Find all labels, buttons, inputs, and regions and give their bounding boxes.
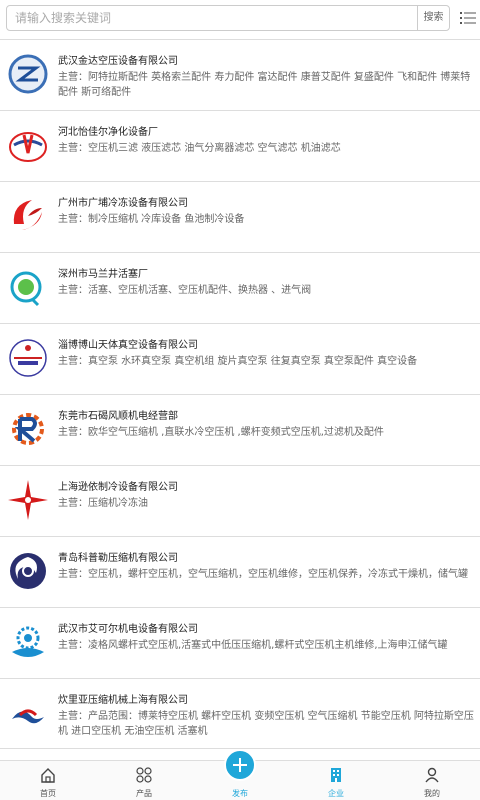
building-icon — [331, 768, 341, 782]
publish-button[interactable] — [224, 749, 256, 781]
company-business: 主营：制冷压缩机 冷库设备 鱼池制冷设备 — [58, 214, 245, 225]
search-bar: 搜索 — [0, 0, 480, 36]
list-item[interactable]: 青岛科普勒压缩机有限公司 主营：空压机，螺杆空压机，空气压缩机，空压机维修，空压… — [0, 536, 480, 607]
company-name: 淄博博山天体真空设备有限公司 — [58, 340, 198, 351]
company-logo-icon — [8, 480, 48, 520]
tab-mine[interactable]: 我的 — [384, 761, 480, 800]
plus-icon — [233, 758, 247, 772]
company-name: 炊里亚压缩机械上海有限公司 — [58, 695, 188, 706]
company-name: 河北怡佳尔净化设备厂 — [58, 127, 158, 138]
company-name: 武汉金达空压设备有限公司 — [58, 56, 178, 67]
tab-publish-label: 发布 — [232, 789, 248, 798]
home-icon — [41, 768, 55, 783]
company-logo-icon — [10, 553, 46, 589]
user-icon — [425, 767, 439, 783]
list-item[interactable]: 深州市马兰井活塞厂 主营：活塞、空压机活塞、空压机配件、换热器 、进气阀 — [0, 252, 480, 323]
list-item[interactable]: 东莞市石碣风顺机电经营部 主营：欧华空气压缩机 ,直联水冷空压机 ,螺杆变频式空… — [0, 394, 480, 465]
tab-publish[interactable]: 发布 — [192, 749, 288, 800]
tab-home[interactable]: 首页 — [0, 761, 96, 800]
company-name: 青岛科普勒压缩机有限公司 — [58, 553, 178, 564]
company-logo-icon — [10, 271, 42, 307]
list-item[interactable]: 炊里亚压缩机械上海有限公司 主营：产品范围：博莱特空压机 螺杆空压机 变频空压机… — [0, 678, 480, 749]
company-list: 武汉金达空压设备有限公司 主营：阿特拉斯配件 英格索兰配件 寿力配件 富达配件 … — [0, 39, 480, 749]
company-logo-icon — [13, 200, 42, 230]
list-item[interactable]: 武汉金达空压设备有限公司 主营：阿特拉斯配件 英格索兰配件 寿力配件 富达配件 … — [0, 39, 480, 110]
company-business: 主营：凌格风螺杆式空压机,活塞式中低压压缩机,螺杆式空压机主机维修,上海申江储气… — [58, 640, 448, 651]
tab-enterprise-label: 企业 — [328, 789, 344, 798]
company-logo-icon — [8, 54, 48, 94]
company-logo-icon — [12, 626, 44, 657]
bottom-tab-bar: 首页 产品 发布 企业 我的 — [0, 749, 480, 800]
tab-home-label: 首页 — [40, 789, 56, 798]
company-logo-icon — [9, 132, 47, 162]
company-business: 主营：欧华空气压缩机 ,直联水冷空压机 ,螺杆变频式空压机,过滤机及配件 — [58, 427, 384, 438]
company-business: 主营：空压机三滤 液压滤芯 油气分离器滤芯 空气滤芯 机油滤芯 — [58, 143, 341, 154]
company-name: 东莞市石碣风顺机电经营部 — [58, 411, 178, 422]
search-input[interactable] — [15, 6, 415, 30]
company-business: 主营：空压机，螺杆空压机，空气压缩机，空压机维修，空压机保养，冷冻式干燥机，储气… — [58, 569, 468, 580]
company-name: 武汉市艾可尔机电设备有限公司 — [58, 624, 198, 635]
company-logo-icon — [12, 413, 44, 445]
tab-products[interactable]: 产品 — [96, 761, 192, 800]
list-item[interactable]: 广州市广埔冷冻设备有限公司 主营：制冷压缩机 冷库设备 鱼池制冷设备 — [0, 181, 480, 252]
list-item[interactable]: 淄博博山天体真空设备有限公司 主营：真空泵 水环真空泵 真空机组 旋片真空泵 往… — [0, 323, 480, 394]
company-business: 主营：阿特拉斯配件 英格索兰配件 寿力配件 富达配件 康普艾配件 复盛配件 飞和… — [58, 72, 471, 98]
company-name: 深州市马兰井活塞厂 — [58, 269, 148, 280]
search-box: 搜索 — [6, 5, 450, 31]
list-item[interactable]: 河北怡佳尔净化设备厂 主营：空压机三滤 液压滤芯 油气分离器滤芯 空气滤芯 机油… — [0, 110, 480, 181]
grid-icon — [136, 767, 152, 783]
list-item[interactable]: 上海逊依制冷设备有限公司 主营：压缩机冷冻油 — [0, 465, 480, 536]
company-business: 主营：压缩机冷冻油 — [58, 498, 148, 509]
company-name: 广州市广埔冷冻设备有限公司 — [58, 198, 188, 209]
company-logo-icon — [12, 709, 44, 724]
list-menu-icon[interactable] — [460, 10, 476, 26]
company-business: 主营：活塞、空压机活塞、空压机配件、换热器 、进气阀 — [58, 285, 312, 296]
company-logo-icon — [9, 339, 47, 377]
company-business: 主营：产品范围：博莱特空压机 螺杆空压机 变频空压机 空气压缩机 节能空压机 阿… — [58, 711, 474, 737]
list-item[interactable]: 武汉市艾可尔机电设备有限公司 主营：凌格风螺杆式空压机,活塞式中低压压缩机,螺杆… — [0, 607, 480, 678]
search-button[interactable]: 搜索 — [417, 6, 449, 30]
tab-products-label: 产品 — [136, 789, 152, 798]
company-business: 主营：真空泵 水环真空泵 真空机组 旋片真空泵 往复真空泵 真空泵配件 真空设备 — [58, 356, 418, 367]
tab-enterprise[interactable]: 企业 — [288, 761, 384, 800]
tab-mine-label: 我的 — [424, 789, 440, 798]
company-name: 上海逊依制冷设备有限公司 — [58, 482, 178, 493]
